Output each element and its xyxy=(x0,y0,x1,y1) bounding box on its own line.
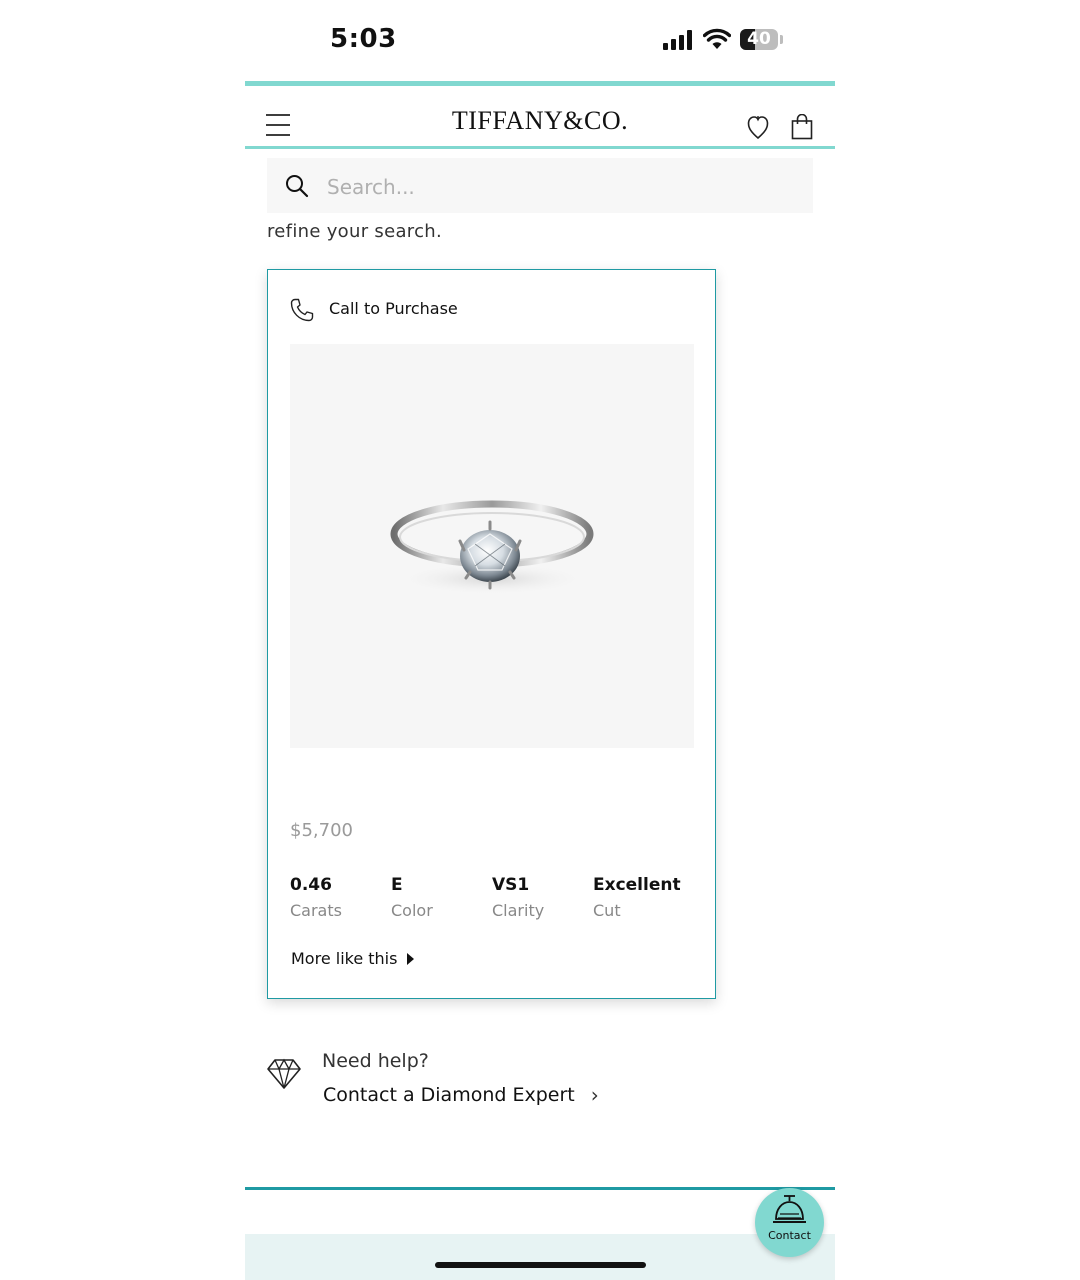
shopping-bag-icon[interactable] xyxy=(791,114,813,140)
caret-right-icon xyxy=(407,952,415,965)
diamond-ring-image xyxy=(390,500,594,595)
spec-clarity: VS1 Clarity xyxy=(492,873,592,923)
spec-label: Carats xyxy=(290,901,342,920)
search-icon xyxy=(286,175,309,198)
battery-icon: 40 xyxy=(740,29,778,50)
search-input[interactable] xyxy=(325,168,799,206)
footer-band xyxy=(245,1234,835,1280)
spec-color: E Color xyxy=(391,873,491,923)
spec-value: Excellent xyxy=(593,875,681,895)
chevron-right-icon: › xyxy=(590,1083,599,1107)
service-bell-icon xyxy=(773,1195,806,1223)
contact-label: Contact xyxy=(768,1229,811,1242)
phone-icon xyxy=(290,298,314,322)
heart-icon[interactable] xyxy=(747,114,769,140)
home-indicator[interactable] xyxy=(435,1262,646,1268)
spec-label: Cut xyxy=(593,901,621,920)
diamond-icon xyxy=(267,1058,301,1089)
battery-level: 40 xyxy=(747,29,771,49)
status-time: 5:03 xyxy=(330,24,397,54)
search-bar[interactable] xyxy=(267,158,813,213)
header-accent-line xyxy=(245,146,835,149)
contact-button[interactable]: Contact xyxy=(755,1188,824,1257)
spec-value: E xyxy=(391,875,403,895)
battery-tip xyxy=(780,35,783,44)
wifi-icon xyxy=(703,28,731,49)
spec-value: 0.46 xyxy=(290,875,332,895)
contact-diamond-expert-link[interactable]: Contact a Diamond Expert › xyxy=(323,1083,599,1107)
product-image[interactable] xyxy=(290,344,694,748)
spec-label: Clarity xyxy=(492,901,545,920)
screen: 5:03 40 TIFFANY&CO. Search... refine you… xyxy=(0,0,1080,1280)
site-header: TIFFANY&CO. xyxy=(245,86,835,147)
spec-carats: 0.46 Carats xyxy=(290,873,390,923)
more-like-this-label: More like this xyxy=(291,949,398,968)
call-to-purchase-label[interactable]: Call to Purchase xyxy=(329,299,458,318)
product-price: $5,700 xyxy=(290,820,353,841)
spec-value: VS1 xyxy=(492,875,530,895)
need-help-label: Need help? xyxy=(322,1050,429,1072)
signal-icon xyxy=(663,30,692,50)
product-card[interactable]: Call to Purchase $5,700 0.46 Carats E Co… xyxy=(267,269,716,999)
contact-diamond-expert-label: Contact a Diamond Expert xyxy=(323,1084,575,1106)
refine-search-text: refine your search. xyxy=(267,221,443,242)
spec-cut: Excellent Cut xyxy=(593,873,693,923)
footer-accent-line xyxy=(245,1187,835,1190)
spec-label: Color xyxy=(391,901,433,920)
more-like-this-link[interactable]: More like this xyxy=(291,949,415,968)
